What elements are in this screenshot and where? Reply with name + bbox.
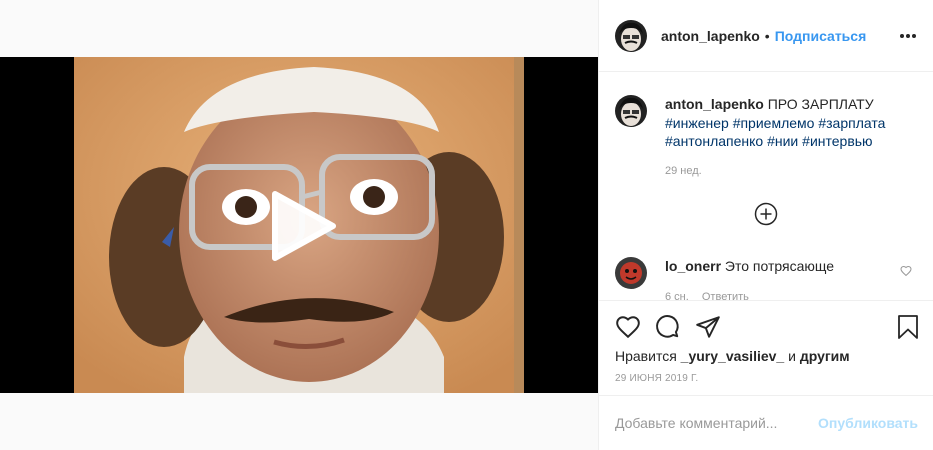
- like-button[interactable]: [615, 314, 641, 340]
- play-icon[interactable]: [263, 188, 339, 264]
- separator-dot: •: [764, 27, 770, 44]
- commenter-avatar[interactable]: [615, 257, 647, 289]
- bookmark-icon[interactable]: [896, 314, 920, 340]
- caption-text: anton_lapenko ПРО ЗАРПЛАТУ #инженер #при…: [665, 95, 900, 151]
- liked-by-user[interactable]: _yury_vasiliev_: [681, 348, 785, 364]
- comment-text: lo_onerr Это потрясающе: [665, 257, 834, 289]
- post-actions: Нравится _yury_vasiliev_ и другим 29 ИЮН…: [599, 300, 933, 395]
- action-icons: [615, 314, 735, 340]
- share-button[interactable]: [695, 314, 721, 340]
- caption-age: 29 нед.: [665, 165, 702, 177]
- video-player[interactable]: [0, 57, 598, 393]
- comment-button[interactable]: [655, 314, 681, 340]
- likes-prefix: Нравится: [615, 348, 677, 364]
- more-options-icon[interactable]: [898, 26, 918, 46]
- publish-button[interactable]: Опубликовать: [818, 415, 918, 431]
- post-caption: anton_lapenko ПРО ЗАРПЛАТУ #инженер #при…: [615, 95, 900, 151]
- caption-username[interactable]: anton_lapenko: [665, 96, 764, 112]
- comment-body: Это потрясающе: [724, 258, 835, 274]
- author-avatar[interactable]: [615, 19, 647, 52]
- comment-input[interactable]: [615, 415, 819, 431]
- comment-like-heart-icon[interactable]: [900, 265, 912, 277]
- likes-summary: Нравится _yury_vasiliev_ и другим: [615, 348, 850, 364]
- follow-button[interactable]: Подписаться: [775, 28, 867, 44]
- comment-age: 6 сн.: [665, 291, 689, 300]
- post-header: anton_lapenko • Подписаться: [599, 0, 933, 72]
- hashtag[interactable]: #нии: [767, 133, 798, 149]
- hashtag[interactable]: #инженер: [665, 115, 729, 131]
- reply-button[interactable]: Ответить: [702, 291, 749, 300]
- comments-list[interactable]: anton_lapenko ПРО ЗАРПЛАТУ #инженер #при…: [599, 73, 933, 300]
- liked-by-others[interactable]: другим: [800, 348, 850, 364]
- load-more-comments-icon[interactable]: [754, 202, 778, 226]
- post-date: 29 ИЮНЯ 2019 Г.: [615, 373, 699, 384]
- add-comment-form: Опубликовать: [599, 395, 933, 450]
- comment-bubble-icon: [656, 315, 679, 338]
- media-area: [0, 0, 598, 450]
- author-username[interactable]: anton_lapenko: [661, 28, 760, 44]
- commenter-username[interactable]: lo_onerr: [665, 258, 721, 274]
- likes-conj: и: [788, 348, 796, 364]
- caption-title: ПРО ЗАРПЛАТУ: [767, 96, 874, 112]
- comment-item: lo_onerr Это потрясающе: [615, 257, 915, 289]
- hashtag[interactable]: #интервью: [802, 133, 872, 149]
- post-side-panel: anton_lapenko • Подписаться anton_lapenk…: [598, 0, 933, 450]
- hashtag[interactable]: #антонлапенко: [665, 133, 763, 149]
- hashtag[interactable]: #приемлемо: [733, 115, 815, 131]
- hashtag[interactable]: #зарплата: [818, 115, 885, 131]
- comment-meta: 6 сн. Ответить: [665, 291, 759, 300]
- paper-plane-icon: [696, 316, 720, 338]
- heart-icon: [616, 316, 640, 339]
- caption-avatar[interactable]: [615, 95, 647, 127]
